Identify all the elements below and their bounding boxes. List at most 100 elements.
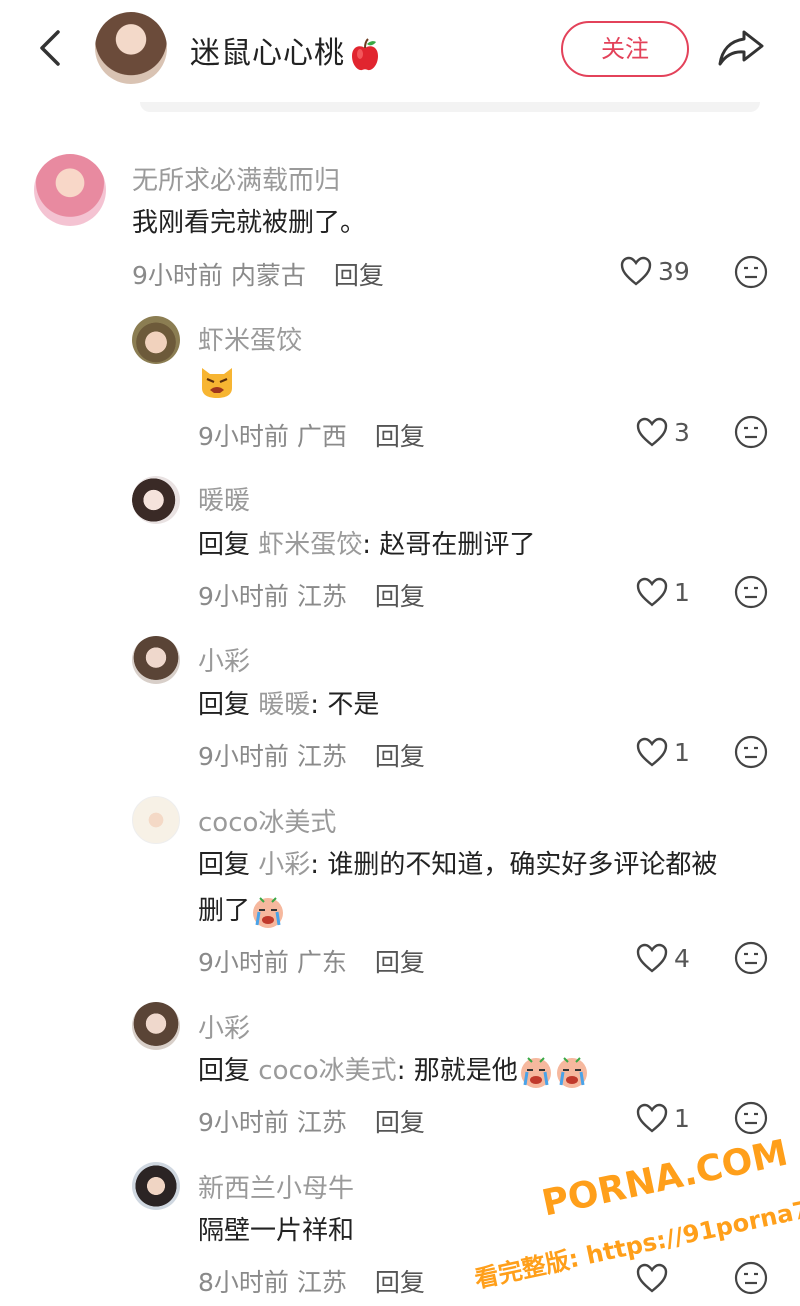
reply-prefix: 回复	[198, 690, 251, 720]
commenter-avatar[interactable]	[132, 476, 180, 524]
reply-text: : 谁删的不知道，确实好多评论都被	[310, 850, 718, 880]
comment-text: 回复 虾米蛋饺: 赵哥在删评了	[198, 522, 535, 568]
commenter-name[interactable]: coco冰美式	[198, 802, 336, 839]
reply-text: : 不是	[310, 690, 380, 720]
comment-time: 9小时前	[198, 1108, 289, 1137]
comment-time: 8小时前	[198, 1268, 289, 1297]
reply-prefix: 回复	[198, 850, 251, 880]
commenter-avatar[interactable]	[132, 1162, 180, 1210]
reply-button[interactable]: 回复	[334, 261, 384, 290]
reply-prefix: 回复	[198, 1056, 251, 1086]
like-button[interactable]	[636, 1263, 674, 1293]
reply-button[interactable]: 回复	[375, 422, 425, 451]
commenter-name[interactable]: 暖暖	[198, 480, 250, 517]
comment-text: 回复 coco冰美式: 那就是他	[198, 1048, 590, 1094]
crying-face-emoji-icon	[556, 1056, 587, 1088]
reply-prefix: 回复	[198, 530, 251, 560]
emoji-reaction-icon[interactable]	[734, 255, 768, 289]
emoji-reaction-icon[interactable]	[734, 415, 768, 449]
like-count: 1	[674, 577, 690, 607]
reply-target-name[interactable]: 小彩	[258, 850, 310, 880]
commenter-name[interactable]: 小彩	[198, 641, 250, 678]
comment-text: 回复 小彩: 谁删的不知道，确实好多评论都被	[198, 842, 717, 888]
emoji-reaction-icon[interactable]	[734, 575, 768, 609]
comment-location: 内蒙古	[230, 261, 306, 290]
reply-button[interactable]: 回复	[375, 1268, 425, 1297]
comment-location: 江苏	[296, 742, 347, 771]
comment-meta: 8小时前 江苏 回复	[198, 1263, 425, 1299]
like-button[interactable]: 3	[636, 417, 690, 447]
comment-text: 回复 暖暖: 不是	[198, 682, 379, 728]
reply-button[interactable]: 回复	[375, 948, 425, 977]
comment-location: 广东	[296, 948, 347, 977]
commenter-avatar[interactable]	[34, 154, 106, 226]
comment-meta: 9小时前 江苏 回复	[198, 737, 425, 773]
comment-location: 江苏	[296, 1108, 347, 1137]
crying-face-emoji-icon	[253, 896, 284, 928]
like-count: 39	[658, 256, 690, 286]
reply-button[interactable]: 回复	[375, 742, 425, 771]
like-button[interactable]: 1	[636, 1103, 690, 1133]
heart-icon	[636, 1103, 668, 1133]
like-button[interactable]: 1	[636, 577, 690, 607]
like-button[interactable]: 1	[636, 737, 690, 767]
commenter-avatar[interactable]	[132, 636, 180, 684]
emoji-reaction-icon[interactable]	[734, 735, 768, 769]
commenter-name[interactable]: 虾米蛋饺	[198, 320, 302, 357]
reply-text-continued: 删了	[198, 896, 251, 926]
like-button[interactable]: 4	[636, 943, 690, 973]
comment-time: 9小时前	[198, 948, 289, 977]
comment-meta: 9小时前 广西 回复	[198, 417, 425, 453]
heart-icon	[636, 737, 668, 767]
author-name-text: 迷鼠心心桃	[190, 36, 345, 71]
reply-text: : 那就是他	[396, 1056, 518, 1086]
author-name[interactable]: 迷鼠心心桃	[190, 28, 381, 72]
share-icon[interactable]	[716, 26, 766, 70]
back-arrow-icon[interactable]	[34, 26, 68, 70]
like-button[interactable]: 39	[620, 256, 690, 286]
reply-button[interactable]: 回复	[375, 582, 425, 611]
reply-button[interactable]: 回复	[375, 1108, 425, 1137]
comment-location: 江苏	[296, 582, 347, 611]
comment-meta: 9小时前 广东 回复	[198, 943, 425, 979]
comment-text: 隔壁一片祥和	[198, 1216, 355, 1246]
heart-icon	[636, 417, 668, 447]
emoji-reaction-icon[interactable]	[734, 941, 768, 975]
comment-meta: 9小时前 江苏 回复	[198, 1103, 425, 1139]
commenter-avatar[interactable]	[132, 796, 180, 844]
comment-time: 9小时前	[198, 422, 289, 451]
reply-target-name[interactable]: 暖暖	[258, 690, 310, 720]
comment-location: 广西	[296, 422, 347, 451]
commenter-name[interactable]: 无所求必满载而归	[132, 160, 340, 197]
like-count: 1	[674, 1103, 690, 1133]
top-bar: 迷鼠心心桃 关注	[0, 0, 800, 112]
like-count: 4	[674, 943, 690, 973]
crying-face-emoji-icon	[520, 1056, 551, 1088]
comment-meta: 9小时前 江苏 回复	[198, 577, 425, 613]
author-avatar[interactable]	[95, 12, 167, 84]
angry-cat-emoji-icon	[202, 368, 232, 398]
commenter-name[interactable]: 小彩	[198, 1008, 250, 1045]
emoji-reaction-icon[interactable]	[734, 1101, 768, 1135]
commenter-avatar[interactable]	[132, 1002, 180, 1050]
reply-target-name[interactable]: 虾米蛋饺	[258, 530, 362, 560]
comment-time: 9小时前	[132, 261, 223, 290]
comment-meta: 9小时前 内蒙古 回复	[132, 256, 384, 292]
comment-text: 我刚看完就被删了。	[132, 208, 367, 238]
comment-location: 江苏	[296, 1268, 347, 1297]
follow-button[interactable]: 关注	[561, 21, 689, 77]
like-count: 3	[674, 417, 690, 447]
emoji-reaction-icon[interactable]	[734, 1261, 768, 1295]
reply-target-name[interactable]: coco冰美式	[258, 1056, 396, 1086]
comment-text-line2: 删了	[198, 888, 286, 934]
like-count: 1	[674, 737, 690, 767]
apple-icon	[352, 37, 378, 70]
heart-icon	[636, 577, 668, 607]
reply-text: : 赵哥在删评了	[362, 530, 536, 560]
header-divider	[140, 102, 760, 112]
heart-icon	[636, 1263, 668, 1293]
comment-time: 9小时前	[198, 742, 289, 771]
commenter-name[interactable]: 新西兰小母牛	[198, 1168, 354, 1205]
commenter-avatar[interactable]	[132, 316, 180, 364]
heart-icon	[620, 256, 652, 286]
